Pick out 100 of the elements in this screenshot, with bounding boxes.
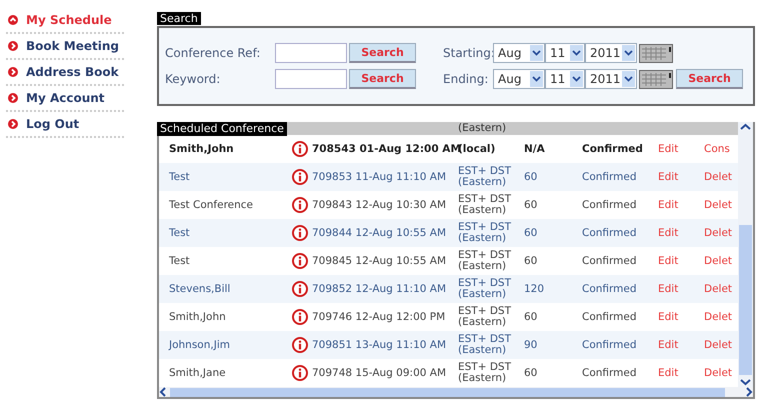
calendar-icon[interactable] — [639, 44, 673, 62]
table-cell-text: Confirmed — [582, 143, 644, 155]
table-cell-text: 60 — [524, 171, 538, 183]
day-dropdown[interactable]: 11 — [545, 69, 585, 89]
edit-link[interactable]: Edit — [658, 339, 704, 351]
vertical-scrollbar[interactable] — [738, 122, 753, 387]
table-cell-text: Test — [168, 255, 191, 267]
bullet-icon — [8, 15, 18, 25]
info-icon[interactable] — [292, 253, 308, 269]
edit-link[interactable]: Edit — [658, 283, 704, 295]
info-icon[interactable] — [292, 281, 308, 297]
field-label: Keyword: — [165, 72, 222, 86]
table-cell-text: 709746 12-Aug 12:00 PM — [311, 311, 446, 323]
scroll-up-icon[interactable] — [740, 122, 751, 132]
edit-link[interactable]: Edit — [658, 227, 704, 239]
table-cell-text: 709748 15-Aug 09:00 AM — [311, 367, 448, 379]
action-link[interactable]: Delet — [704, 199, 734, 211]
table-cell-text: Johnson,Jim — [168, 339, 231, 351]
table-cell-text: 709843 12-Aug 10:30 AM — [311, 199, 448, 211]
table-cell-text: Confirmed — [582, 339, 638, 351]
day-dropdown[interactable]: 11 — [545, 43, 585, 63]
bullet-icon — [8, 41, 18, 51]
action-link[interactable]: Delet — [704, 339, 734, 351]
month-dropdown[interactable]: Aug — [493, 43, 545, 63]
table-cell-text: Confirmed — [582, 255, 638, 267]
edit-link[interactable]: Edit — [658, 255, 704, 267]
table-cell-text: Confirmed — [582, 367, 638, 379]
action-link[interactable]: Delet — [704, 227, 734, 239]
search-button[interactable]: Search — [676, 69, 743, 89]
edit-link[interactable]: Edit — [658, 199, 704, 211]
table-cell-text: Smith,John — [168, 143, 235, 155]
table-cell-text: 709845 12-Aug 10:55 AM — [311, 255, 448, 267]
scroll-right-icon[interactable] — [745, 387, 753, 397]
nav-link[interactable]: My Account — [6, 86, 124, 112]
table-cell-text: 60 — [524, 227, 538, 239]
table-cell-text: 60 — [524, 311, 538, 323]
table-cell-text: 60 — [524, 367, 538, 379]
nav-link[interactable]: Address Book — [6, 60, 124, 86]
action-link[interactable]: Cons — [704, 143, 734, 155]
action-link[interactable]: Delet — [704, 255, 734, 267]
bullet-icon — [8, 93, 18, 103]
table-cell-text: Smith,Jane — [168, 367, 227, 379]
text-field[interactable] — [275, 69, 347, 89]
table-cell-text: (local) — [458, 144, 496, 154]
action-link[interactable]: Delet — [704, 311, 734, 323]
table-cell-text: Test — [168, 171, 191, 183]
info-icon[interactable] — [292, 141, 308, 157]
panel-title: Scheduled Conference — [157, 122, 287, 136]
info-icon[interactable] — [292, 365, 308, 381]
table-cell-text: EST+ DST (Eastern) — [458, 334, 512, 356]
table-cell-text: 90 — [524, 339, 538, 351]
table-cell-text: Confirmed — [582, 227, 638, 239]
table-cell-text: Confirmed — [582, 283, 638, 295]
table-cell-text: EST+ DST (Eastern) — [458, 306, 512, 328]
table-cell-text: 60 — [524, 255, 538, 267]
table-cell-text: EST+ DST (Eastern) — [458, 278, 512, 300]
scroll-left-icon[interactable] — [159, 387, 167, 397]
table-cell-text: 709853 11-Aug 11:10 AM — [311, 171, 448, 183]
action-link[interactable]: Delet — [704, 367, 734, 379]
info-icon[interactable] — [292, 225, 308, 241]
table-cell-text: Smith,John — [168, 311, 227, 323]
table-cell-text: EST+ DST (Eastern) — [458, 194, 512, 216]
table-cell-text: 709851 13-Aug 11:10 AM — [311, 339, 448, 351]
month-dropdown[interactable]: Aug — [493, 69, 545, 89]
table-cell-text: EST+ DST (Eastern) — [458, 222, 512, 244]
action-link[interactable]: Delet — [704, 171, 734, 183]
table-cell-text: 60 — [524, 199, 538, 211]
scroll-down-icon[interactable] — [740, 377, 751, 387]
table-cell-text: 709844 12-Aug 10:55 AM — [311, 227, 448, 239]
table-cell-text: 120 — [524, 283, 546, 295]
info-icon[interactable] — [292, 169, 308, 185]
table-cell-text: N/A — [524, 143, 546, 155]
horizontal-scrollbar[interactable] — [159, 387, 753, 397]
nav-link[interactable]: My Schedule — [6, 8, 124, 34]
info-icon[interactable] — [292, 309, 308, 325]
year-dropdown[interactable]: 2011 — [585, 43, 637, 63]
info-icon[interactable] — [292, 197, 308, 213]
edit-link[interactable]: Edit — [658, 311, 704, 323]
nav-link[interactable]: Book Meeting — [6, 34, 124, 60]
table-cell-text: (Eastern) — [458, 122, 508, 135]
calendar-icon[interactable] — [639, 70, 673, 88]
bullet-icon — [8, 67, 18, 77]
nav-link[interactable]: Log Out — [6, 112, 124, 138]
table-cell-text: Stevens,Bill — [168, 283, 232, 295]
edit-link[interactable]: Edit — [658, 367, 704, 379]
action-link[interactable]: Delet — [704, 283, 734, 295]
date-label: Ending: — [442, 72, 490, 86]
date-label: Starting: — [442, 46, 493, 60]
table-cell-text: Confirmed — [582, 199, 638, 211]
table-cell-text: EST+ DST (Eastern) — [458, 250, 512, 272]
text-field[interactable] — [275, 43, 347, 63]
edit-link[interactable]: Edit — [658, 171, 704, 183]
search-button[interactable]: Search — [349, 43, 416, 63]
year-dropdown[interactable]: 2011 — [585, 69, 637, 89]
edit-link[interactable]: Edit — [658, 143, 704, 155]
table-cell-text: EST+ DST (Eastern) — [458, 362, 512, 384]
info-icon[interactable] — [292, 337, 308, 353]
field-label: Conference Ref: — [165, 46, 262, 60]
table-cell-text: Test — [168, 227, 191, 239]
search-button[interactable]: Search — [349, 69, 416, 89]
